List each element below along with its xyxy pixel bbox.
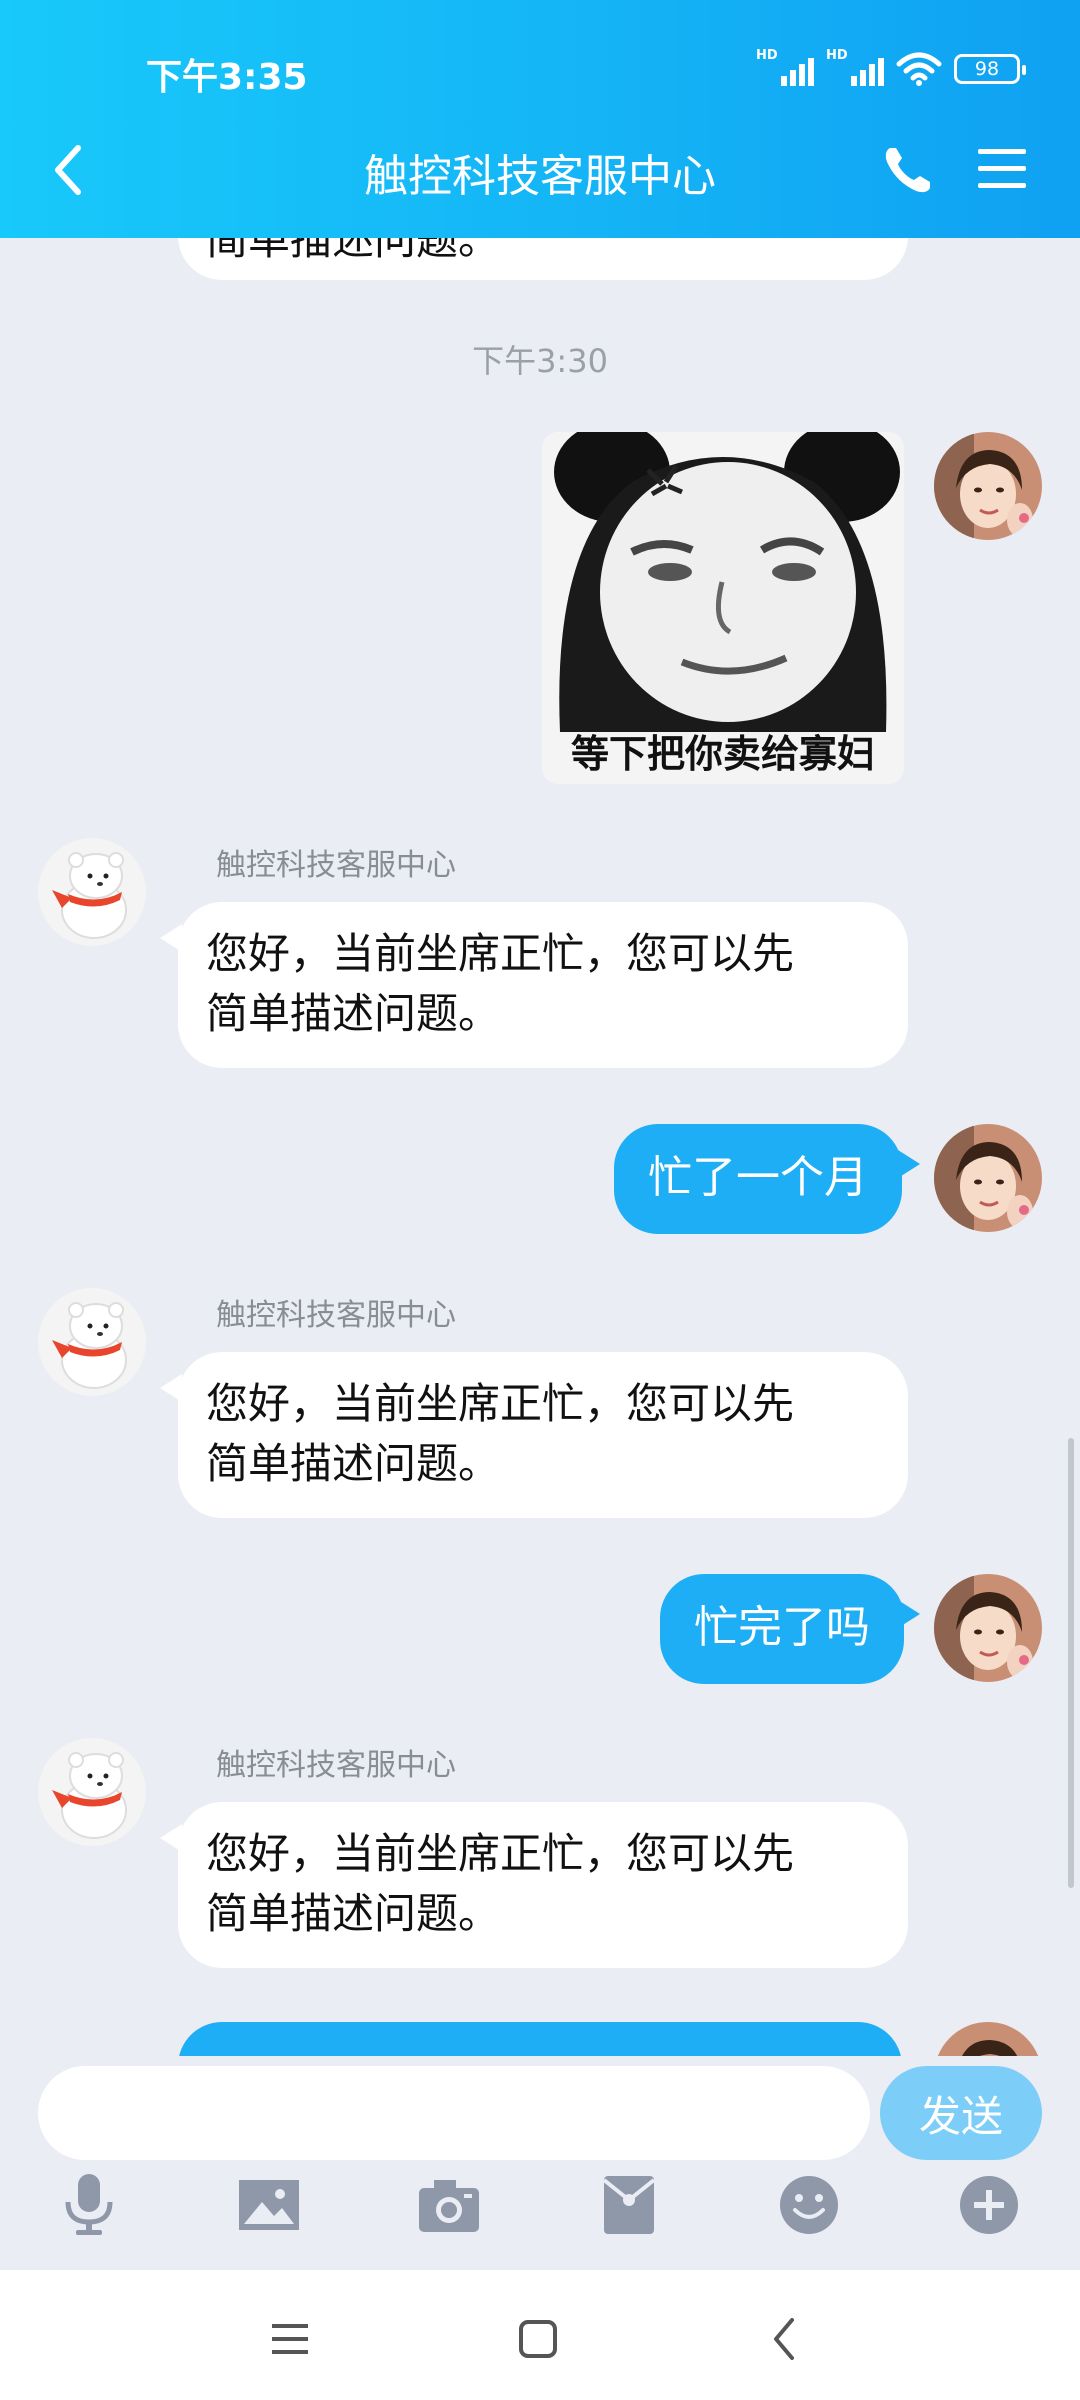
- bot-avatar[interactable]: [38, 838, 146, 946]
- menu-icon[interactable]: [976, 146, 1028, 192]
- message-list[interactable]: 简单描述问题。 下午3:30 等下把你卖给寡妇 触控科技客服中心 您好，当前坐席…: [0, 238, 1080, 2056]
- hd-label-2: HD: [826, 48, 848, 63]
- user-message-bubble-partial[interactable]: [178, 2022, 902, 2056]
- sender-name: 触控科技客服中心: [216, 1298, 456, 1333]
- signal-icon-2: HD: [826, 48, 884, 86]
- system-nav-bar: [0, 2270, 1080, 2400]
- phone-icon[interactable]: [880, 142, 936, 198]
- camera-icon[interactable]: [414, 2170, 484, 2240]
- wifi-icon: [896, 52, 942, 86]
- bot-message-bubble[interactable]: 您好，当前坐席正忙，您可以先 简单描述问题。: [178, 902, 908, 1068]
- status-icons: HD HD 98: [756, 48, 1026, 86]
- user-avatar[interactable]: [934, 2022, 1042, 2056]
- scrollbar[interactable]: [1068, 1438, 1074, 1888]
- message-text: 忙了一个月: [648, 1152, 868, 1203]
- recent-apps-icon[interactable]: [260, 2314, 320, 2364]
- app-header: 下午3:35 HD HD 98 触控科技客服中心: [0, 0, 1080, 238]
- user-avatar[interactable]: [934, 1124, 1042, 1232]
- send-button[interactable]: 发送: [880, 2066, 1042, 2160]
- bot-avatar[interactable]: [38, 1738, 146, 1846]
- bot-message-bubble[interactable]: 您好，当前坐席正忙，您可以先 简单描述问题。: [178, 1352, 908, 1518]
- home-icon[interactable]: [508, 2314, 568, 2364]
- message-line: 您好，当前坐席正忙，您可以先: [206, 1829, 795, 1878]
- plus-icon[interactable]: [954, 2170, 1024, 2240]
- battery-icon: 98: [954, 54, 1026, 84]
- bot-avatar[interactable]: [38, 1288, 146, 1396]
- red-packet-icon[interactable]: [594, 2170, 664, 2240]
- signal-icon: HD: [756, 48, 814, 86]
- bubble-tail: [898, 1600, 920, 1628]
- bubble-tail: [898, 1150, 920, 1178]
- user-message-bubble[interactable]: 忙了一个月: [614, 1124, 902, 1234]
- bot-message-bubble[interactable]: 您好，当前坐席正忙，您可以先 简单描述问题。: [178, 1802, 908, 1968]
- time-separator: 下午3:30: [472, 342, 608, 380]
- user-avatar[interactable]: [934, 432, 1042, 540]
- message-line: 简单描述问题。: [206, 1439, 501, 1488]
- sender-name: 触控科技客服中心: [216, 848, 456, 883]
- status-time: 下午3:35: [146, 57, 308, 98]
- user-avatar[interactable]: [934, 1574, 1042, 1682]
- message-line: 简单描述问题。: [206, 989, 501, 1038]
- message-input[interactable]: [38, 2066, 870, 2160]
- message-text: 忙完了吗: [694, 1602, 870, 1653]
- input-toolbar: [0, 2170, 1080, 2260]
- message-line: 您好，当前坐席正忙，您可以先: [206, 1379, 795, 1428]
- sticker-caption: 等下把你卖给寡妇: [570, 732, 875, 776]
- message-line: 简单描述问题。: [206, 1889, 501, 1938]
- hd-label: HD: [756, 48, 778, 63]
- message-bubble-partial: 简单描述问题。: [178, 238, 908, 280]
- image-icon[interactable]: [234, 2170, 304, 2240]
- emoji-icon[interactable]: [774, 2170, 844, 2240]
- message-text: 简单描述问题。: [206, 238, 501, 264]
- sender-name: 触控科技客服中心: [216, 1748, 456, 1783]
- microphone-icon[interactable]: [54, 2170, 124, 2240]
- user-message-bubble[interactable]: 忙完了吗: [660, 1574, 904, 1684]
- back-nav-icon[interactable]: [756, 2314, 816, 2364]
- sticker-image[interactable]: 等下把你卖给寡妇: [542, 432, 904, 784]
- message-line: 您好，当前坐席正忙，您可以先: [206, 929, 795, 978]
